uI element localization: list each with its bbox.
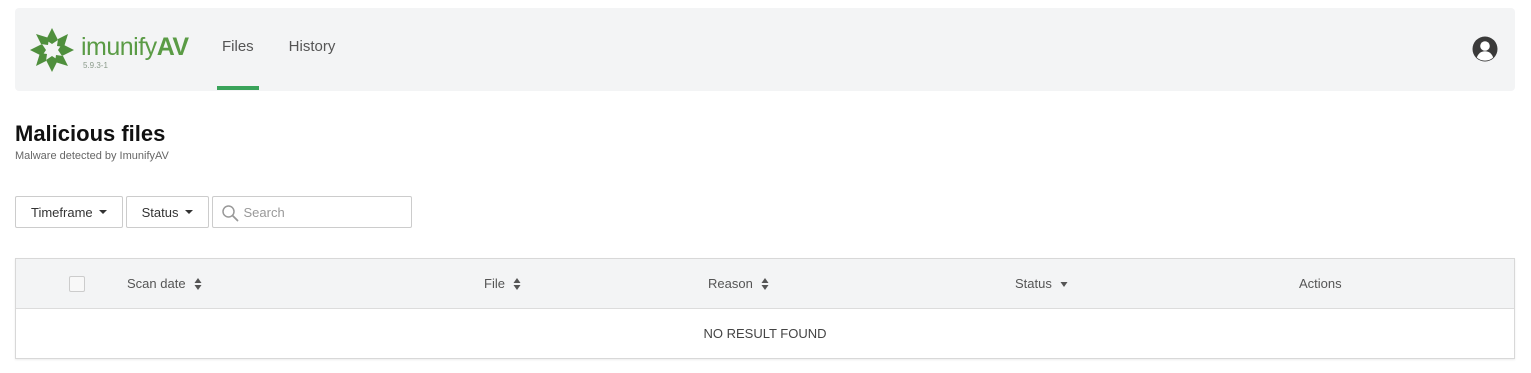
- imunifyav-logo[interactable]: imunifyAV 5.9.3-1: [28, 26, 203, 76]
- column-header-reason[interactable]: Reason: [708, 259, 769, 309]
- caret-down-icon: [1060, 282, 1068, 287]
- column-header-status[interactable]: Status: [1015, 259, 1068, 309]
- top-navigation-bar: imunifyAV 5.9.3-1 Files History: [15, 8, 1515, 91]
- user-avatar-icon[interactable]: [1472, 36, 1498, 62]
- status-dropdown[interactable]: Status: [125, 196, 209, 228]
- imunify-star-logo-icon: [30, 28, 74, 72]
- sort-icon: [761, 278, 769, 290]
- column-header-file[interactable]: File: [484, 259, 521, 309]
- table-header: Scan date File Reason Status Actions: [16, 259, 1514, 309]
- status-label: Status: [141, 204, 179, 220]
- column-header-actions: Actions: [1299, 259, 1342, 309]
- page-title: Malicious files: [15, 121, 166, 146]
- sort-icon: [513, 278, 521, 290]
- search-icon: [221, 205, 238, 222]
- search-input[interactable]: [243, 197, 409, 227]
- empty-state-message: NO RESULT FOUND: [703, 326, 827, 341]
- tab-history[interactable]: History: [284, 8, 341, 91]
- column-label: Status: [1015, 276, 1052, 291]
- timeframe-label: Timeframe: [31, 204, 93, 220]
- timeframe-dropdown[interactable]: Timeframe: [15, 196, 123, 228]
- column-label: Reason: [708, 276, 753, 291]
- tab-files[interactable]: Files: [217, 8, 259, 91]
- column-label: Actions: [1299, 276, 1342, 291]
- filter-bar: Timeframe Status: [15, 196, 412, 228]
- malicious-files-table: Scan date File Reason Status Actions NO …: [15, 258, 1515, 359]
- column-header-scan-date[interactable]: Scan date: [127, 259, 202, 309]
- chevron-down-icon: [184, 210, 193, 214]
- select-all-checkbox[interactable]: [69, 276, 85, 292]
- column-label: Scan date: [127, 276, 186, 291]
- app-version: 5.9.3-1: [83, 61, 108, 70]
- page-subtitle: Malware detected by ImunifyAV: [15, 150, 169, 162]
- sort-icon: [194, 278, 202, 290]
- main-nav: Files History: [217, 8, 365, 91]
- search-box: [211, 196, 412, 228]
- column-label: File: [484, 276, 505, 291]
- chevron-down-icon: [98, 210, 107, 214]
- logo-wordmark: imunifyAV: [81, 33, 189, 61]
